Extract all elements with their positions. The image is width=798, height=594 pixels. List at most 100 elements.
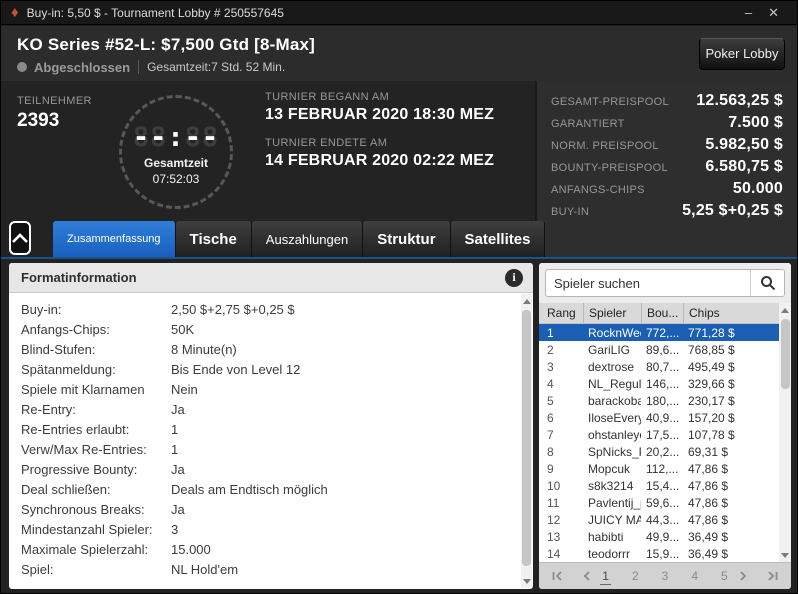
col-player[interactable]: Spieler: [583, 303, 641, 323]
player-row[interactable]: 8SpNicks_P...20,2...69,31 $: [539, 443, 779, 460]
format-label: Spiel:: [21, 561, 54, 577]
end-date-group: TURNIER ENDETE AM 14 FEBRUAR 2020 02:22 …: [265, 137, 494, 170]
player-row[interactable]: 13 habibti 49,9... 36,49 $: [539, 528, 779, 545]
player-row[interactable]: 14 teodorrr 15,9... 36,49 $: [539, 545, 779, 562]
format-row: Maximale Spielerzahl: 15.000: [21, 539, 533, 559]
format-value: Ja: [171, 501, 185, 517]
scrollbar-thumb[interactable]: [522, 310, 531, 566]
tab-auszahlungen[interactable]: Auszahlungen: [251, 221, 364, 257]
tournament-header: KO Series #52-L: $7,500 Gtd [8-Max] Abge…: [1, 26, 797, 81]
format-row: Verw/Max Re-Entries: 1: [21, 439, 533, 459]
player-row[interactable]: 11Pavlentij_p..59,6...47,86 $: [539, 494, 779, 511]
col-chips[interactable]: Chips: [683, 303, 779, 323]
scroll-up-icon[interactable]: [780, 303, 791, 317]
stat-value: 12.563,25 $: [696, 92, 783, 109]
player-row[interactable]: 4NL_Regular146,...329,66 $: [539, 375, 779, 392]
poker-lobby-button[interactable]: Poker Lobby: [699, 37, 785, 70]
minimize-button[interactable]: –: [737, 2, 760, 24]
format-scrollbar[interactable]: [521, 294, 532, 588]
page-5[interactable]: 5: [719, 568, 730, 585]
players-scrollbar[interactable]: [779, 303, 791, 562]
stat-row-total-prizepool: GESAMT-PREISPOOL 12.563,25 $: [551, 92, 783, 114]
player-row[interactable]: 7ohstanleyoh17,5...107,78 $: [539, 426, 779, 443]
search-button[interactable]: [750, 270, 784, 296]
players-panel: Rang Spieler Bou... Chips 1RocknWeed772,…: [539, 263, 791, 589]
format-info-header: Formatinformation i: [9, 263, 533, 293]
stat-value: 50.000: [732, 180, 783, 197]
tournament-dates: TURNIER BEGANN AM 13 FEBRUAR 2020 18:30 …: [265, 91, 494, 183]
stat-label: BOUNTY-PREISPOOL: [551, 162, 668, 174]
tournament-title: KO Series #52-L: $7,500 Gtd [8-Max]: [17, 34, 316, 54]
status-text: Abgeschlossen: [34, 59, 131, 75]
tournament-clock: 88:88 --:-- Gesamtzeit 07:52:03: [119, 95, 233, 209]
format-row: Spätanmeldung: Bis Ende von Level 12: [21, 359, 533, 379]
format-value: 15.000: [171, 541, 211, 557]
title-bar: ♦ Buy-in: 5,50 $ - Tournament Lobby # 25…: [1, 1, 797, 25]
clock-digits: 88:88 --:--: [133, 124, 219, 151]
player-row[interactable]: 6IloseEvery...40,9...157,20 $: [539, 409, 779, 426]
player-row[interactable]: 1RocknWeed772,...771,28 $: [539, 324, 779, 341]
start-date-label: TURNIER BEGANN AM: [265, 91, 390, 103]
format-value: Deals am Endtisch möglich: [171, 481, 328, 497]
search-icon: [760, 276, 775, 291]
stat-row-starting-chips: ANFANGS-CHIPS 50.000: [551, 180, 783, 202]
player-row[interactable]: 2 GariLIG 89,6... 768,85 $: [539, 341, 779, 358]
player-search-input[interactable]: [546, 270, 750, 296]
player-row[interactable]: 12JUICY MA...44,3...47,86 $: [539, 511, 779, 528]
player-row[interactable]: 9 Mopcuk 112,... 47,86 $: [539, 460, 779, 477]
players-rows: 1RocknWeed772,...771,28 $ 2GariLIG89,6..…: [539, 324, 779, 562]
format-info-body: Buy-in: 2,50 $+2,75 $+0,25 $ Anfangs-Chip…: [9, 293, 533, 579]
close-button[interactable]: ✕: [760, 2, 787, 24]
header-left: KO Series #52-L: $7,500 Gtd [8-Max] Abge…: [17, 33, 699, 75]
chevron-right-icon: [740, 571, 747, 581]
tab-bar: Zusammenfassung Tische Auszahlungen Stru…: [1, 221, 546, 257]
page-3[interactable]: 3: [660, 568, 671, 585]
scroll-down-icon[interactable]: [521, 574, 532, 588]
scroll-up-icon[interactable]: [521, 294, 532, 308]
stat-row-normal-prizepool: NORM. PREISPOOL 5.982,50 $: [551, 136, 783, 158]
format-info-panel: Formatinformation i Buy-in: 2,50 $+2,75 $…: [9, 263, 533, 589]
first-page-button[interactable]: [549, 568, 566, 584]
collapse-button[interactable]: [9, 221, 31, 255]
page-1[interactable]: 1: [600, 568, 611, 585]
format-value: Bis Ende von Level 12: [171, 361, 301, 377]
scrollbar-track[interactable]: [521, 308, 532, 574]
tab-tische[interactable]: Tische: [175, 221, 252, 257]
format-label: Spiele mit Klarnamen: [21, 381, 145, 397]
player-row[interactable]: 10 s8k3214 15,4... 47,86 $: [539, 477, 779, 494]
end-date-label: TURNIER ENDETE AM: [265, 137, 388, 149]
stat-row-bounty-prizepool: BOUNTY-PREISPOOL 6.580,75 $: [551, 158, 783, 180]
tab-struktur[interactable]: Struktur: [363, 221, 451, 257]
scrollbar-thumb[interactable]: [780, 319, 790, 389]
format-value: Ja: [171, 461, 185, 477]
format-label: Maximale Spielerzahl:: [21, 541, 149, 557]
format-value: Nein: [171, 381, 198, 397]
format-label: Synchronous Breaks:: [21, 501, 145, 517]
format-label: Verw/Max Re-Entries:: [21, 441, 147, 457]
col-bounty[interactable]: Bou...: [641, 303, 683, 323]
format-row: Spiele mit Klarnamen Nein: [21, 379, 533, 399]
format-label: Deal schließen:: [21, 481, 111, 497]
clock-label: Gesamtzeit: [143, 156, 209, 170]
scroll-down-icon[interactable]: [780, 548, 791, 562]
scrollbar-track[interactable]: [780, 317, 791, 548]
col-rank[interactable]: Rang: [539, 303, 583, 323]
start-date-group: TURNIER BEGANN AM 13 FEBRUAR 2020 18:30 …: [265, 91, 494, 124]
format-value: 8 Minute(n): [171, 341, 237, 357]
last-page-button[interactable]: [764, 568, 781, 584]
next-page-button[interactable]: [736, 568, 750, 584]
players-table-header: Rang Spieler Bou... Chips: [539, 303, 779, 324]
format-label: Anfangs-Chips:: [21, 321, 110, 337]
info-icon[interactable]: i: [505, 268, 523, 287]
prev-page-button[interactable]: [580, 568, 594, 584]
chevron-left-icon: [583, 571, 590, 581]
stat-label: GARANTIERT: [551, 118, 625, 130]
stat-label: NORM. PREISPOOL: [551, 140, 659, 152]
tab-satellites[interactable]: Satellites: [450, 221, 546, 257]
page-4[interactable]: 4: [689, 568, 700, 585]
player-row[interactable]: 3 dextrose 80,7... 495,49 $: [539, 358, 779, 375]
tab-zusammenfassung[interactable]: Zusammenfassung: [53, 221, 176, 257]
player-row[interactable]: 5barackoba..180,...230,17 $: [539, 392, 779, 409]
format-label: Progressive Bounty:: [21, 461, 138, 477]
page-2[interactable]: 2: [630, 568, 641, 585]
